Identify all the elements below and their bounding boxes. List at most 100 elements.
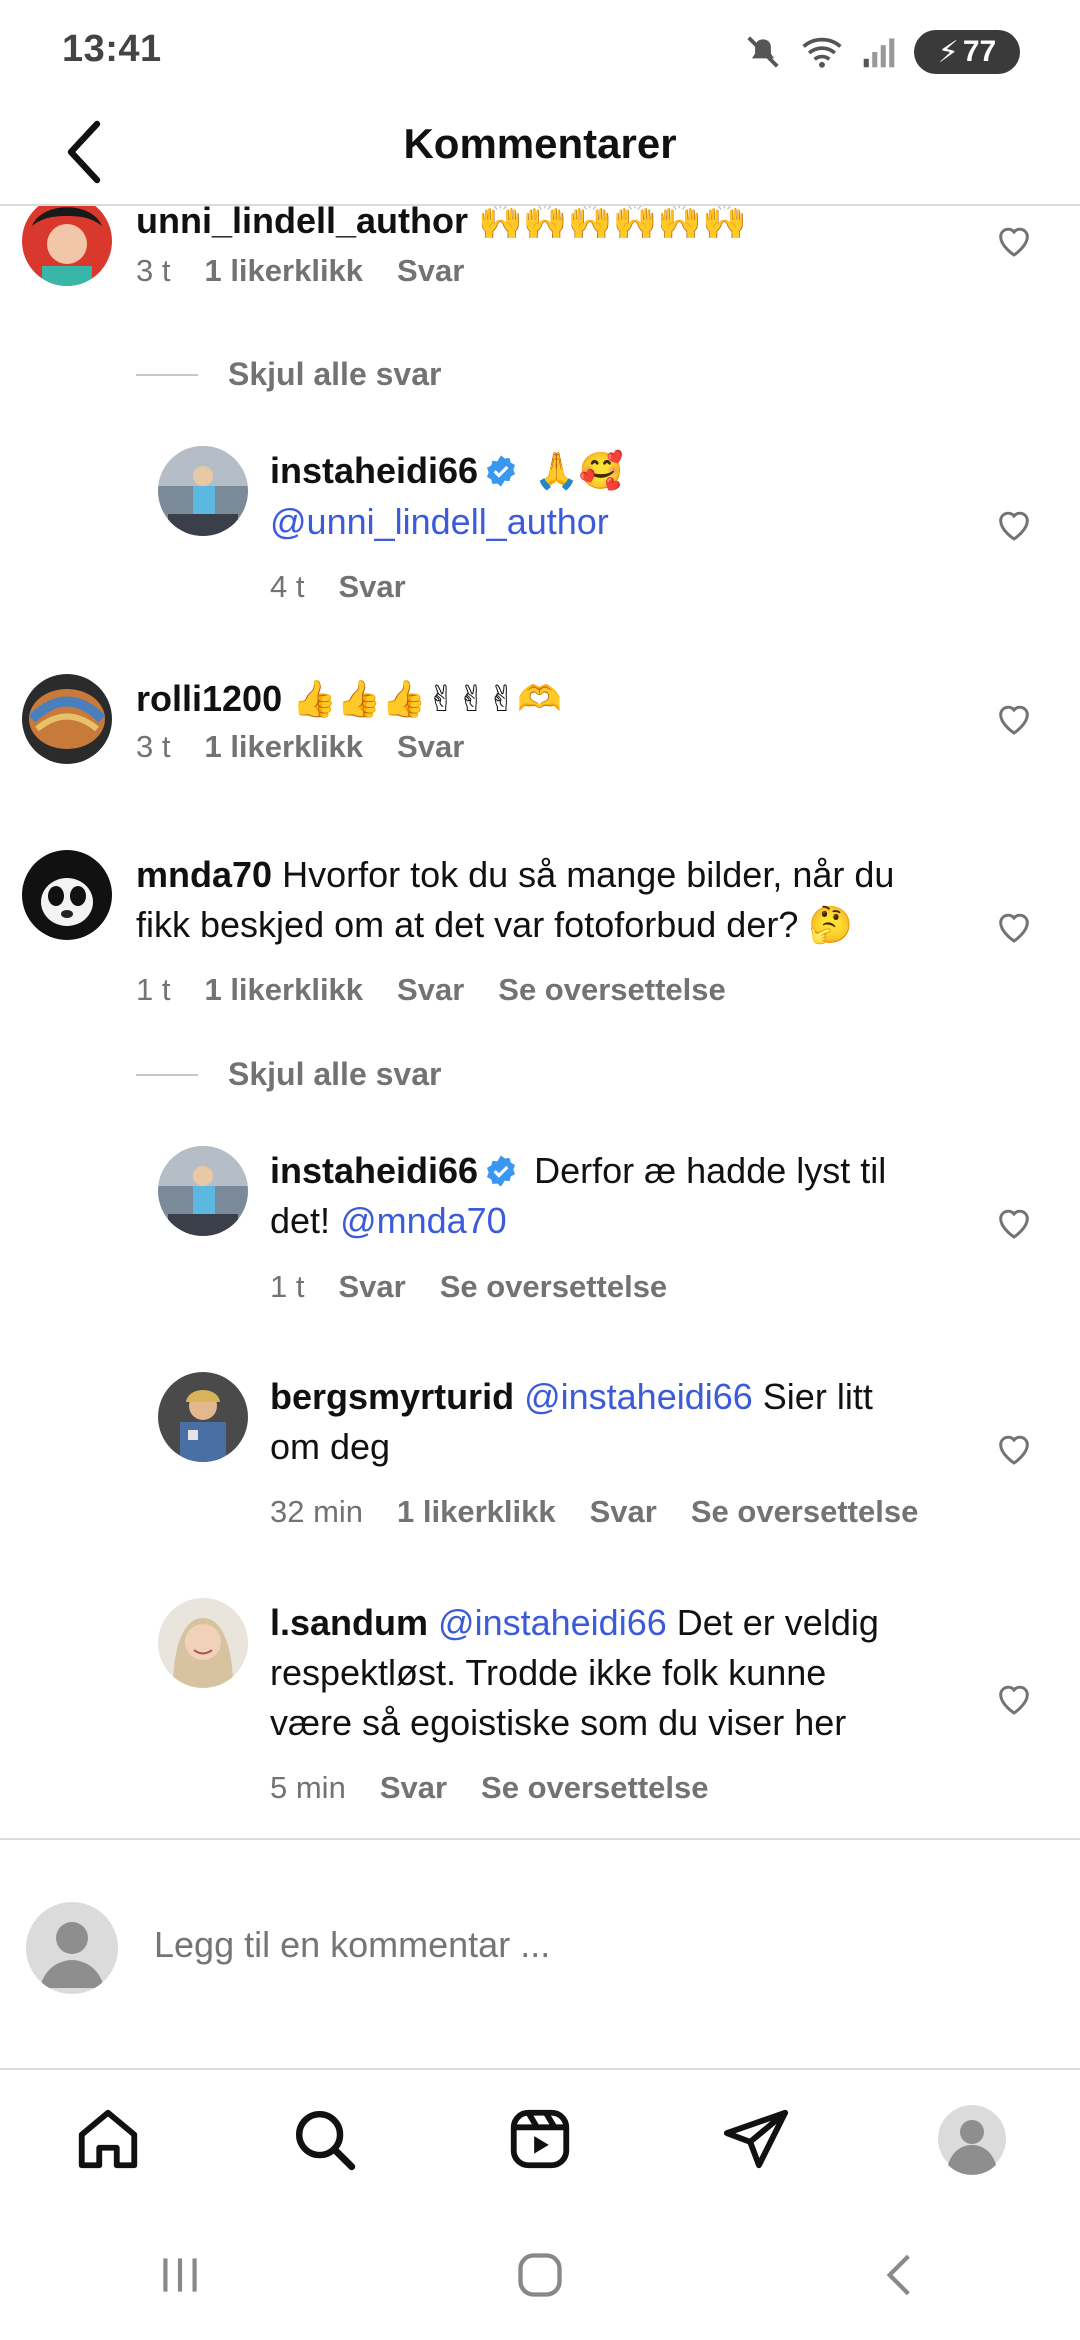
reply-item: instaheidi66 🙏🥰 @unni_lindell_author 4 t… <box>0 446 1080 616</box>
reply-button[interactable]: Svar <box>590 1494 657 1530</box>
comments-list[interactable]: unni_lindell_author 🙌🙌🙌🙌🙌🙌 3 t 1 likerkl… <box>0 206 1080 1836</box>
comment-username[interactable]: unni_lindell_author <box>136 206 468 241</box>
reply-button[interactable]: Svar <box>397 253 464 289</box>
profile-icon <box>938 2105 1006 2175</box>
heart-icon[interactable] <box>994 1202 1034 1242</box>
comment-meta: 5 min Svar Se oversettelse <box>270 1770 709 1806</box>
divider <box>136 1073 198 1076</box>
bottom-tab-bar <box>0 2068 1080 2210</box>
comment-text: unni_lindell_author 🙌🙌🙌🙌🙌🙌 <box>136 206 747 247</box>
comment-text-line2: det! <box>270 1200 331 1241</box>
comment-mention[interactable]: @instaheidi66 <box>438 1602 667 1643</box>
comment-meta: 3 t 1 likerklikk Svar <box>136 253 464 289</box>
heart-icon[interactable] <box>994 1428 1034 1468</box>
wifi-icon <box>802 37 842 68</box>
hide-replies-toggle[interactable]: Skjul alle svar <box>136 356 441 393</box>
mute-icon <box>747 36 779 68</box>
home-nav-icon <box>518 2253 562 2297</box>
comment-mention[interactable]: @mnda70 <box>340 1200 507 1241</box>
status-icons: ⚡ 77 <box>744 28 1020 76</box>
comment-mention[interactable]: @instaheidi66 <box>524 1376 753 1417</box>
comment-username[interactable]: l.sandum <box>270 1602 428 1643</box>
status-bar: 13:41 ⚡ 77 <box>0 0 1080 100</box>
avatar[interactable] <box>22 206 112 286</box>
comment-text: instaheidi66 🙏🥰 @unni_lindell_author <box>270 446 624 547</box>
recent-apps-button[interactable] <box>135 2240 225 2310</box>
comment-composer <box>0 1838 1080 2070</box>
divider <box>136 373 198 376</box>
comment-item: rolli1200 👍👍👍✌✌✌🫶 3 t 1 likerklikk Svar <box>0 674 1080 794</box>
comment-mention[interactable]: @unni_lindell_author <box>270 501 609 542</box>
reply-item: instaheidi66 Derfor æ hadde lyst til det… <box>0 1146 1080 1316</box>
tab-messages[interactable] <box>716 2099 796 2179</box>
reply-button[interactable]: Svar <box>397 972 464 1008</box>
send-icon <box>723 2109 789 2169</box>
comment-meta: 1 t Svar Se oversettelse <box>270 1269 667 1305</box>
tab-search[interactable] <box>284 2099 364 2179</box>
my-avatar <box>26 1902 118 1994</box>
charging-icon: ⚡ <box>937 35 959 69</box>
avatar[interactable] <box>22 850 112 940</box>
home-button[interactable] <box>495 2240 585 2310</box>
comment-item: unni_lindell_author 🙌🙌🙌🙌🙌🙌 3 t 1 likerkl… <box>0 206 1080 316</box>
comment-emoji: 🙏🥰 <box>534 451 624 492</box>
heart-icon[interactable] <box>994 220 1034 260</box>
reply-button[interactable]: Svar <box>338 569 405 605</box>
battery-level: 77 <box>962 35 997 68</box>
avatar[interactable] <box>158 1372 248 1462</box>
recent-apps-icon <box>163 2258 197 2292</box>
translate-button[interactable]: Se oversettelse <box>498 972 725 1008</box>
comment-username[interactable]: instaheidi66 <box>270 450 478 491</box>
comment-emoji: 🤔 <box>808 905 854 946</box>
comment-likes[interactable]: 1 likerklikk <box>204 253 363 289</box>
reply-button[interactable]: Svar <box>397 729 464 765</box>
comment-input[interactable] <box>154 1924 994 1966</box>
translate-button[interactable]: Se oversettelse <box>440 1269 667 1305</box>
hide-replies-toggle[interactable]: Skjul alle svar <box>136 1056 441 1093</box>
comment-text-line1: Det er veldig <box>676 1602 879 1643</box>
comment-username[interactable]: mnda70 <box>136 854 272 895</box>
comment-meta: 3 t 1 likerklikk Svar <box>136 729 464 765</box>
tab-home[interactable] <box>68 2099 148 2179</box>
reply-button[interactable]: Svar <box>338 1269 405 1305</box>
comment-text-line1: Derfor æ hadde lyst til <box>534 1150 887 1191</box>
comment-text-line2: respektløst. Trodde ikke folk kunne <box>270 1652 827 1693</box>
comment-meta: 32 min 1 likerklikk Svar Se oversettelse <box>270 1494 918 1530</box>
comment-likes[interactable]: 1 likerklikk <box>204 729 363 765</box>
avatar[interactable] <box>158 1146 248 1236</box>
translate-button[interactable]: Se oversettelse <box>691 1494 918 1530</box>
reels-icon <box>510 2109 570 2169</box>
avatar[interactable] <box>22 674 112 764</box>
heart-icon[interactable] <box>994 906 1034 946</box>
reply-button[interactable]: Svar <box>380 1770 447 1806</box>
translate-button[interactable]: Se oversettelse <box>481 1770 708 1806</box>
reply-item: bergsmyrturid @instaheidi66 Sier litt om… <box>0 1372 1080 1542</box>
heart-icon[interactable] <box>994 1678 1034 1718</box>
comment-time: 4 t <box>270 569 305 604</box>
home-icon <box>78 2109 138 2169</box>
avatar[interactable] <box>158 446 248 536</box>
comment-emoji: 🙌🙌🙌🙌🙌🙌 <box>478 206 747 242</box>
avatar[interactable] <box>158 1598 248 1688</box>
comment-time: 5 min <box>270 1770 346 1805</box>
comment-likes[interactable]: 1 likerklikk <box>204 972 363 1008</box>
comment-time: 3 t <box>136 253 171 288</box>
top-app-bar: Kommentarer <box>0 100 1080 206</box>
comment-text-line3: være så egoistiske som du viser her <box>270 1702 847 1743</box>
comment-username[interactable]: bergsmyrturid <box>270 1376 514 1417</box>
heart-icon[interactable] <box>994 504 1034 544</box>
comment-username[interactable]: rolli1200 <box>136 678 282 719</box>
search-icon <box>296 2111 356 2171</box>
battery-indicator: ⚡ 77 <box>914 30 1020 74</box>
tab-reels[interactable] <box>500 2099 580 2179</box>
comment-meta: 1 t 1 likerklikk Svar Se oversettelse <box>136 972 726 1008</box>
comment-text: rolli1200 👍👍👍✌✌✌🫶 <box>136 674 562 725</box>
comment-likes[interactable]: 1 likerklikk <box>397 1494 556 1530</box>
comment-username[interactable]: instaheidi66 <box>270 1150 478 1191</box>
verified-badge-icon <box>487 1155 516 1187</box>
tab-profile[interactable] <box>932 2099 1012 2179</box>
system-nav-bar <box>0 2210 1080 2340</box>
back-nav-button[interactable] <box>855 2240 945 2310</box>
heart-icon[interactable] <box>994 698 1034 738</box>
comment-item: mnda70 Hvorfor tok du så mange bilder, n… <box>0 850 1080 1020</box>
